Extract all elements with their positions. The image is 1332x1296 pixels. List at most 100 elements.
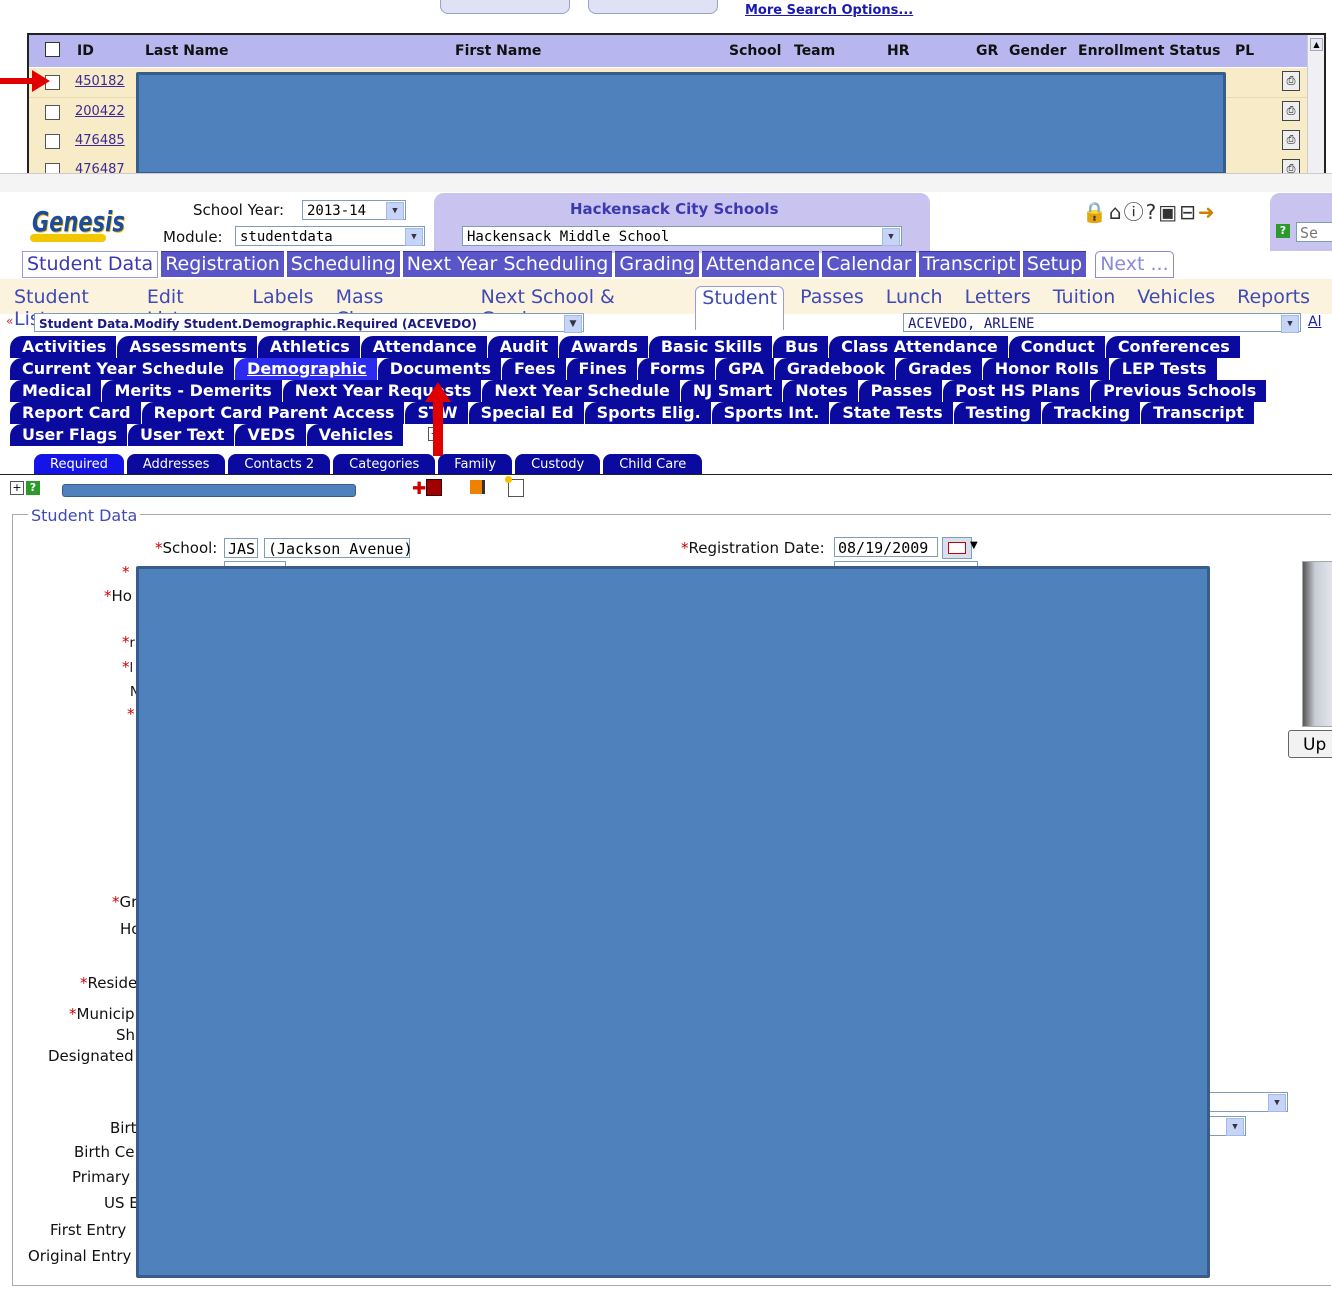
tab-attendance[interactable]: Attendance <box>360 336 488 358</box>
col-id[interactable]: ID <box>77 43 94 59</box>
tab-next[interactable]: Next ... <box>1095 251 1174 278</box>
tab-athletics[interactable]: Athletics <box>257 336 361 358</box>
col-school[interactable]: School <box>729 43 781 59</box>
school-code-field[interactable]: JAS <box>224 538 258 558</box>
tab-sports-int[interactable]: Sports Int. <box>711 402 831 424</box>
tab-conduct[interactable]: Conduct <box>1008 336 1106 358</box>
tab-grades[interactable]: Grades <box>896 358 983 380</box>
tab-demographic[interactable]: Demographic <box>235 358 378 380</box>
subtab-custody[interactable]: Custody <box>515 454 601 475</box>
row-id-link[interactable]: 450182 <box>75 74 125 89</box>
document-icon[interactable]: ⎙ <box>1282 101 1300 121</box>
subtab-child-care[interactable]: Child Care <box>603 454 703 475</box>
tab-scheduling[interactable]: Scheduling <box>286 251 400 277</box>
document-icon[interactable]: ⎙ <box>1282 71 1300 91</box>
tab-awards[interactable]: Awards <box>559 336 649 358</box>
col-team[interactable]: Team <box>794 43 835 59</box>
tab-report-card-parent-access[interactable]: Report Card Parent Access <box>141 402 406 424</box>
help-green-icon[interactable]: ? <box>26 481 40 495</box>
tab-activities[interactable]: Activities <box>10 336 118 358</box>
tab-gpa[interactable]: GPA <box>716 358 775 380</box>
col-first-name[interactable]: First Name <box>455 43 541 59</box>
tab-tracking[interactable]: Tracking <box>1041 402 1142 424</box>
row-checkbox[interactable] <box>45 134 60 149</box>
tab-class-attendance[interactable]: Class Attendance <box>829 336 1009 358</box>
tab-user-text[interactable]: User Text <box>128 424 236 446</box>
collapse-left-icon[interactable]: « <box>6 314 13 328</box>
col-pl[interactable]: PL <box>1235 43 1254 59</box>
reset-button[interactable] <box>588 0 718 14</box>
tab-post-hs-plans[interactable]: Post HS Plans <box>943 380 1092 402</box>
help-icon[interactable]: ? <box>1146 200 1159 224</box>
tab-next-year-scheduling[interactable]: Next Year Scheduling <box>402 251 613 277</box>
tab-transcript[interactable]: Transcript <box>918 251 1020 277</box>
tab-medical[interactable]: Medical <box>10 380 103 402</box>
select-field[interactable]: ▼ <box>1200 1092 1288 1112</box>
tab-fees[interactable]: Fees <box>502 358 567 380</box>
chevron-down-icon[interactable]: ▼ <box>970 540 978 551</box>
tab-report-card[interactable]: Report Card <box>10 402 142 424</box>
tab-vehicles[interactable]: Vehicles <box>306 424 405 446</box>
tab-lep-tests[interactable]: LEP Tests <box>1109 358 1218 380</box>
info-icon[interactable]: ⓘ <box>1124 200 1146 224</box>
computer-icon[interactable]: ▣ <box>1158 200 1179 224</box>
help-green-icon[interactable]: ? <box>1276 224 1290 238</box>
student-select[interactable]: ACEVEDO, ARLENE ▼ <box>903 313 1301 333</box>
tab-nj-smart[interactable]: NJ Smart <box>680 380 784 402</box>
col-enrollment-status[interactable]: Enrollment Status <box>1078 43 1220 59</box>
subtab-addresses[interactable]: Addresses <box>126 454 226 475</box>
row-id-link[interactable]: 200422 <box>75 104 125 119</box>
home-icon[interactable]: ⌂ <box>1109 200 1124 224</box>
upload-photo-button[interactable]: Up <box>1288 730 1332 758</box>
tab-previous-schools[interactable]: Previous Schools <box>1091 380 1268 402</box>
school-name-field[interactable]: (Jackson Avenue) <box>264 538 413 558</box>
tab-fines[interactable]: Fines <box>566 358 638 380</box>
tab-sports-elig[interactable]: Sports Elig. <box>584 402 712 424</box>
tab-grading[interactable]: Grading <box>615 251 699 277</box>
row-checkbox[interactable] <box>45 105 60 120</box>
tab-current-year-schedule[interactable]: Current Year Schedule <box>10 358 236 380</box>
results-scrollbar[interactable]: ▲ <box>1307 35 1324 175</box>
scroll-up-icon[interactable]: ▲ <box>1310 38 1323 51</box>
col-gr[interactable]: GR <box>976 43 998 59</box>
tab-merits-demerits[interactable]: Merits - Demerits <box>102 380 283 402</box>
tab-honor-rolls[interactable]: Honor Rolls <box>982 358 1110 380</box>
subnav-student[interactable]: Student <box>695 286 785 330</box>
expand-icon[interactable]: + <box>10 481 24 495</box>
document-icon[interactable]: ⎙ <box>1282 130 1300 150</box>
tab-passes[interactable]: Passes <box>858 380 944 402</box>
tab-assessments[interactable]: Assessments <box>117 336 258 358</box>
tab-next-year-requests[interactable]: Next Year Requests <box>282 380 483 402</box>
tab-gradebook[interactable]: Gradebook <box>774 358 897 380</box>
select-all-checkbox[interactable] <box>45 42 60 57</box>
module-select[interactable]: studentdata ▼ <box>235 226 425 246</box>
subtab-required[interactable]: Required <box>34 454 124 475</box>
tab-attendance[interactable]: Attendance <box>702 251 820 277</box>
tab-calendar[interactable]: Calendar <box>822 251 916 277</box>
tab-audit[interactable]: Audit <box>487 336 560 358</box>
tab-veds[interactable]: VEDS <box>235 424 307 446</box>
tab-special-ed[interactable]: Special Ed <box>468 402 585 424</box>
col-last-name[interactable]: Last Name <box>145 43 229 59</box>
tab-testing[interactable]: Testing <box>953 402 1042 424</box>
tab-basic-skills[interactable]: Basic Skills <box>648 336 774 358</box>
tab-forms[interactable]: Forms <box>637 358 717 380</box>
col-hr[interactable]: HR <box>887 43 910 59</box>
tab-registration[interactable]: Registration <box>161 251 284 277</box>
col-gender[interactable]: Gender <box>1009 43 1066 59</box>
search-button[interactable] <box>440 0 570 14</box>
subtab-categories[interactable]: Categories <box>333 454 436 475</box>
tab-transcript[interactable]: Transcript <box>1141 402 1255 424</box>
tab-state-tests[interactable]: State Tests <box>830 402 954 424</box>
tab-documents[interactable]: Documents <box>377 358 503 380</box>
registration-date-field[interactable]: 08/19/2009 <box>834 537 938 557</box>
tab-notes[interactable]: Notes <box>783 380 859 402</box>
tab-bus[interactable]: Bus <box>773 336 830 358</box>
tab-user-flags[interactable]: User Flags <box>10 424 129 446</box>
subnav-passes[interactable]: Passes <box>800 286 864 330</box>
student-link[interactable]: Al <box>1308 314 1321 330</box>
tab-setup[interactable]: Setup <box>1022 251 1087 277</box>
breadcrumb-select[interactable]: Student Data.Modify Student.Demographic.… <box>34 313 584 333</box>
bookmark-icon[interactable] <box>470 480 485 494</box>
collapse-icon[interactable]: ⊟ <box>1179 200 1198 224</box>
